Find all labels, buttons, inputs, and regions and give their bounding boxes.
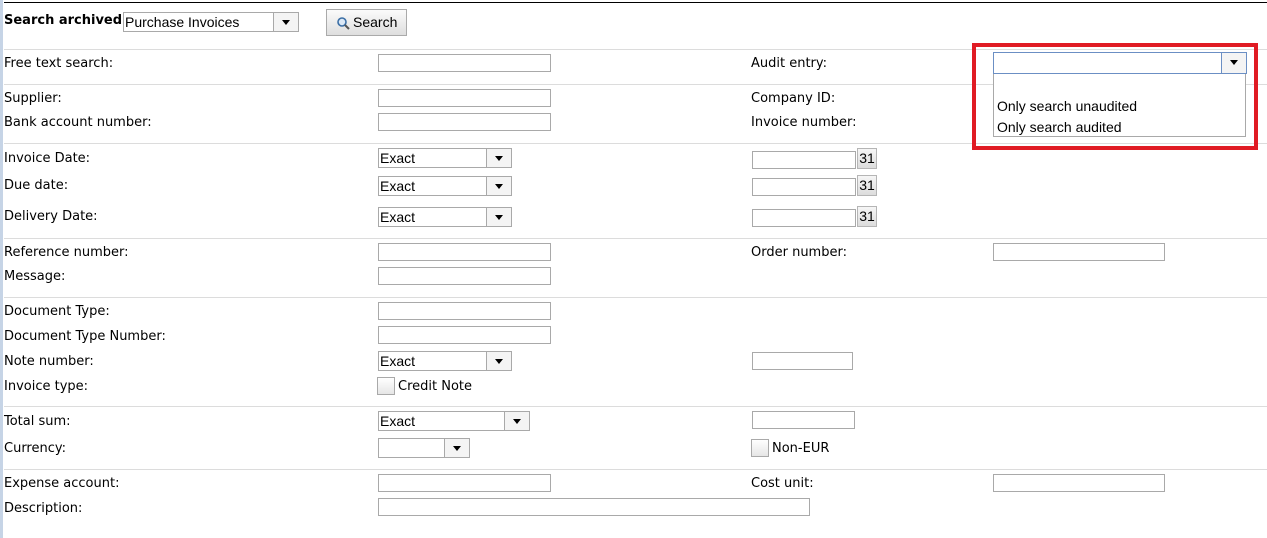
currency-label: Currency:: [4, 441, 67, 456]
invoice-type-label: Invoice type:: [4, 379, 89, 394]
supplier-label: Supplier:: [4, 91, 62, 106]
page-title: Search archived: [4, 13, 123, 28]
company-id-label: Company ID:: [751, 91, 836, 106]
chevron-down-icon: [486, 149, 511, 167]
order-number-label: Order number:: [751, 245, 847, 260]
delivery-date-mode-value: Exact: [380, 209, 416, 225]
expense-account-label: Expense account:: [4, 476, 120, 491]
supplier-input[interactable]: [378, 89, 551, 107]
free-text-search-label: Free text search:: [4, 56, 114, 71]
note-number-input[interactable]: [752, 352, 853, 370]
credit-note-checkbox[interactable]: [377, 377, 395, 395]
message-input[interactable]: [378, 267, 551, 285]
total-sum-mode-value: Exact: [380, 413, 416, 429]
note-number-mode-select[interactable]: Exact: [378, 351, 512, 371]
message-label: Message:: [4, 269, 66, 284]
reference-number-input[interactable]: [378, 243, 551, 261]
section-divider: [4, 238, 1267, 239]
delivery-date-mode-select[interactable]: Exact: [378, 207, 512, 227]
chevron-down-icon: [273, 13, 298, 31]
chevron-down-icon: [486, 208, 511, 226]
chevron-down-icon: [486, 177, 511, 195]
non-eur-label: Non-EUR: [772, 441, 830, 456]
search-button-label: Search: [353, 14, 398, 30]
invoice-date-mode-select[interactable]: Exact: [378, 148, 512, 168]
reference-number-label: Reference number:: [4, 245, 129, 260]
bank-account-number-input[interactable]: [378, 113, 551, 131]
free-text-search-input[interactable]: [378, 54, 551, 72]
chevron-down-icon: [486, 352, 511, 370]
cost-unit-label: Cost unit:: [751, 476, 814, 491]
order-number-input[interactable]: [993, 243, 1165, 261]
invoice-number-label: Invoice number:: [751, 115, 857, 130]
due-date-mode-select[interactable]: Exact: [378, 176, 512, 196]
expense-account-input[interactable]: [378, 474, 551, 492]
top-border: [4, 2, 1267, 3]
magnifier-icon: [337, 17, 350, 30]
due-date-mode-value: Exact: [380, 178, 416, 194]
description-label: Description:: [4, 501, 83, 516]
due-date-input[interactable]: [752, 178, 856, 196]
invoice-date-mode-value: Exact: [380, 150, 416, 166]
archive-type-value: Purchase Invoices: [125, 14, 240, 30]
note-number-label: Note number:: [4, 354, 94, 369]
audit-entry-label: Audit entry:: [751, 56, 828, 71]
description-input[interactable]: [378, 498, 810, 516]
due-date-label: Due date:: [4, 178, 69, 193]
bank-account-number-label: Bank account number:: [4, 115, 152, 130]
calendar-icon[interactable]: 31: [857, 148, 877, 169]
highlight-box: [972, 43, 1258, 150]
section-divider: [4, 297, 1267, 298]
document-type-label: Document Type:: [4, 304, 110, 319]
invoice-date-input[interactable]: [752, 151, 856, 169]
delivery-date-input[interactable]: [752, 209, 856, 227]
document-type-number-input[interactable]: [378, 326, 551, 344]
total-sum-label: Total sum:: [4, 414, 71, 429]
delivery-date-label: Delivery Date:: [4, 209, 98, 224]
credit-note-label: Credit Note: [398, 379, 473, 394]
document-type-input[interactable]: [378, 302, 551, 320]
calendar-icon[interactable]: 31: [857, 175, 877, 196]
total-sum-mode-select[interactable]: Exact: [378, 411, 530, 431]
note-number-mode-value: Exact: [380, 353, 416, 369]
chevron-down-icon: [504, 412, 529, 430]
chevron-down-icon: [444, 439, 469, 457]
invoice-date-label: Invoice Date:: [4, 151, 91, 166]
archive-type-select[interactable]: Purchase Invoices: [123, 12, 299, 32]
section-divider: [4, 469, 1267, 470]
total-sum-input[interactable]: [752, 411, 855, 429]
calendar-icon[interactable]: 31: [857, 206, 877, 227]
non-eur-checkbox[interactable]: [751, 439, 769, 457]
section-divider: [4, 406, 1267, 407]
cost-unit-input[interactable]: [993, 474, 1165, 492]
document-type-number-label: Document Type Number:: [4, 329, 166, 344]
currency-select[interactable]: [378, 438, 470, 458]
left-edge-bar: [0, 0, 3, 538]
search-button[interactable]: Search: [326, 9, 407, 36]
